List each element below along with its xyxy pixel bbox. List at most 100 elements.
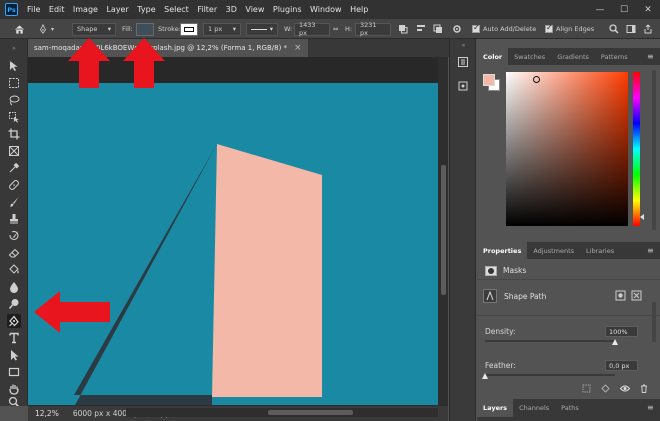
properties-panel: Properties Adjustments Libraries ≡ Masks… (477, 242, 660, 397)
load-selection-icon[interactable] (582, 384, 591, 395)
paint-bucket-tool-icon[interactable] (7, 263, 21, 277)
link-dimensions-icon[interactable]: ⇔ (333, 22, 338, 36)
tab-adjustments[interactable]: Adjustments (527, 242, 580, 259)
color-field[interactable] (506, 72, 628, 226)
blur-tool-icon[interactable] (7, 280, 21, 294)
align-edges-checkbox[interactable]: Align Edges (545, 22, 594, 36)
hue-slider[interactable] (633, 72, 640, 226)
frame-tool-icon[interactable] (7, 144, 21, 158)
panel-menu-icon[interactable]: ≡ (647, 246, 654, 255)
search-icon[interactable] (609, 22, 623, 36)
menu-select[interactable]: Select (164, 5, 189, 14)
move-tool-icon[interactable] (7, 59, 21, 73)
vector-mask-icon[interactable] (631, 290, 642, 301)
healing-brush-tool-icon[interactable] (7, 178, 21, 192)
path-operations-icon[interactable] (398, 22, 412, 36)
feather-slider-thumb[interactable] (481, 373, 488, 379)
lasso-tool-icon[interactable] (7, 93, 21, 107)
density-value-field[interactable]: 100% (605, 326, 638, 337)
history-brush-tool-icon[interactable] (7, 229, 21, 243)
workspace-icon[interactable] (626, 22, 640, 36)
collapse-arrows-icon[interactable]: » (4, 45, 24, 52)
tab-channels[interactable]: Channels (513, 399, 555, 417)
tab-patterns[interactable]: Patterns (595, 48, 634, 65)
tab-paths[interactable]: Paths (555, 399, 585, 417)
tab-swatches[interactable]: Swatches (508, 48, 551, 65)
properties-scrollbar[interactable] (652, 302, 656, 342)
pen-tool-icon[interactable] (7, 314, 21, 328)
stroke-swatch[interactable] (180, 22, 198, 36)
rectangle-tool-icon[interactable] (7, 365, 21, 379)
zoom-tool-icon[interactable] (7, 397, 21, 406)
history-panel-icon[interactable] (457, 56, 469, 68)
crop-tool-icon[interactable] (7, 127, 21, 141)
canvas-area[interactable] (28, 57, 438, 405)
add-mask-icon[interactable] (615, 290, 626, 301)
horizontal-scroll-thumb[interactable] (268, 410, 353, 415)
dodge-tool-icon[interactable] (7, 297, 21, 311)
eraser-tool-icon[interactable] (7, 246, 21, 260)
marquee-tool-icon[interactable] (7, 76, 21, 90)
path-selection-tool-icon[interactable] (7, 348, 21, 362)
menu-plugins[interactable]: Plugins (273, 5, 302, 14)
maximize-button[interactable]: ☐ (612, 0, 636, 19)
menu-view[interactable]: View (245, 5, 264, 14)
density-slider-track[interactable] (485, 340, 615, 342)
menu-help[interactable]: Help (350, 5, 368, 14)
tab-properties[interactable]: Properties (477, 242, 528, 259)
feather-value-field[interactable]: 0,0 px (605, 360, 638, 371)
tab-color[interactable]: Color (477, 48, 509, 65)
visibility-eye-icon[interactable] (619, 384, 631, 395)
menu-file[interactable]: File (27, 5, 40, 14)
close-tab-icon[interactable]: × (294, 43, 302, 53)
width-field[interactable]: 1433 px (294, 21, 330, 37)
color-panel-scrollbar[interactable] (652, 70, 656, 230)
artboard-panel-icon[interactable] (457, 80, 469, 92)
home-icon[interactable] (10, 22, 28, 36)
stroke-width-select[interactable]: 1 px ▾ (203, 22, 241, 36)
stroke-width-value: 1 px (208, 25, 223, 33)
tab-layers[interactable]: Layers (477, 399, 514, 417)
menu-3d[interactable]: 3D (226, 5, 237, 14)
close-button[interactable]: ✕ (636, 0, 660, 19)
feather-slider-track[interactable] (485, 374, 615, 376)
path-alignment-icon[interactable] (416, 22, 430, 36)
settings-gear-icon[interactable] (452, 22, 466, 36)
type-tool-icon[interactable] (7, 331, 21, 345)
menu-edit[interactable]: Edit (49, 5, 65, 14)
tool-preset-picker[interactable]: ▾ (38, 22, 64, 36)
tab-gradients[interactable]: Gradients (551, 48, 595, 65)
stroke-type-select[interactable]: ▾ (246, 22, 278, 36)
clone-stamp-tool-icon[interactable] (7, 212, 21, 226)
tool-mode-select[interactable]: Shape ▾ (72, 22, 116, 36)
menu-window[interactable]: Window (310, 5, 342, 14)
object-selection-tool-icon[interactable] (7, 110, 21, 124)
foreground-color-swatch[interactable] (483, 74, 495, 86)
menu-layer[interactable]: Layer (106, 5, 128, 14)
eyedropper-tool-icon[interactable] (7, 161, 21, 175)
hue-slider-thumb[interactable] (640, 214, 644, 220)
height-field[interactable]: 3231 px (355, 21, 391, 37)
menu-image[interactable]: Image (73, 5, 98, 14)
minimize-button[interactable]: — (588, 0, 612, 19)
hand-tool-icon[interactable] (7, 382, 21, 396)
menu-type[interactable]: Type (137, 5, 155, 14)
path-arrangement-icon[interactable] (433, 22, 447, 36)
apply-mask-icon[interactable] (601, 384, 610, 395)
brush-tool-icon[interactable] (7, 195, 21, 209)
height-value: 3231 px (360, 21, 377, 37)
zoom-level[interactable]: 12,2% (35, 409, 59, 418)
expand-panels-icon[interactable]: « (450, 42, 477, 49)
color-picker-cursor[interactable] (533, 76, 540, 83)
photoshop-logo: Ps (5, 3, 18, 16)
vertical-scroll-thumb[interactable] (441, 165, 446, 295)
tab-libraries[interactable]: Libraries (580, 242, 620, 259)
share-icon[interactable] (643, 22, 657, 36)
auto-add-delete-checkbox[interactable]: Auto Add/Delete (472, 22, 536, 36)
panel-menu-icon[interactable]: ≡ (647, 403, 654, 412)
panel-menu-icon[interactable]: ≡ (647, 52, 654, 61)
density-slider-thumb[interactable] (611, 339, 618, 345)
menu-filter[interactable]: Filter (197, 5, 217, 14)
delete-trash-icon[interactable] (640, 384, 648, 395)
fill-swatch[interactable] (136, 22, 154, 36)
